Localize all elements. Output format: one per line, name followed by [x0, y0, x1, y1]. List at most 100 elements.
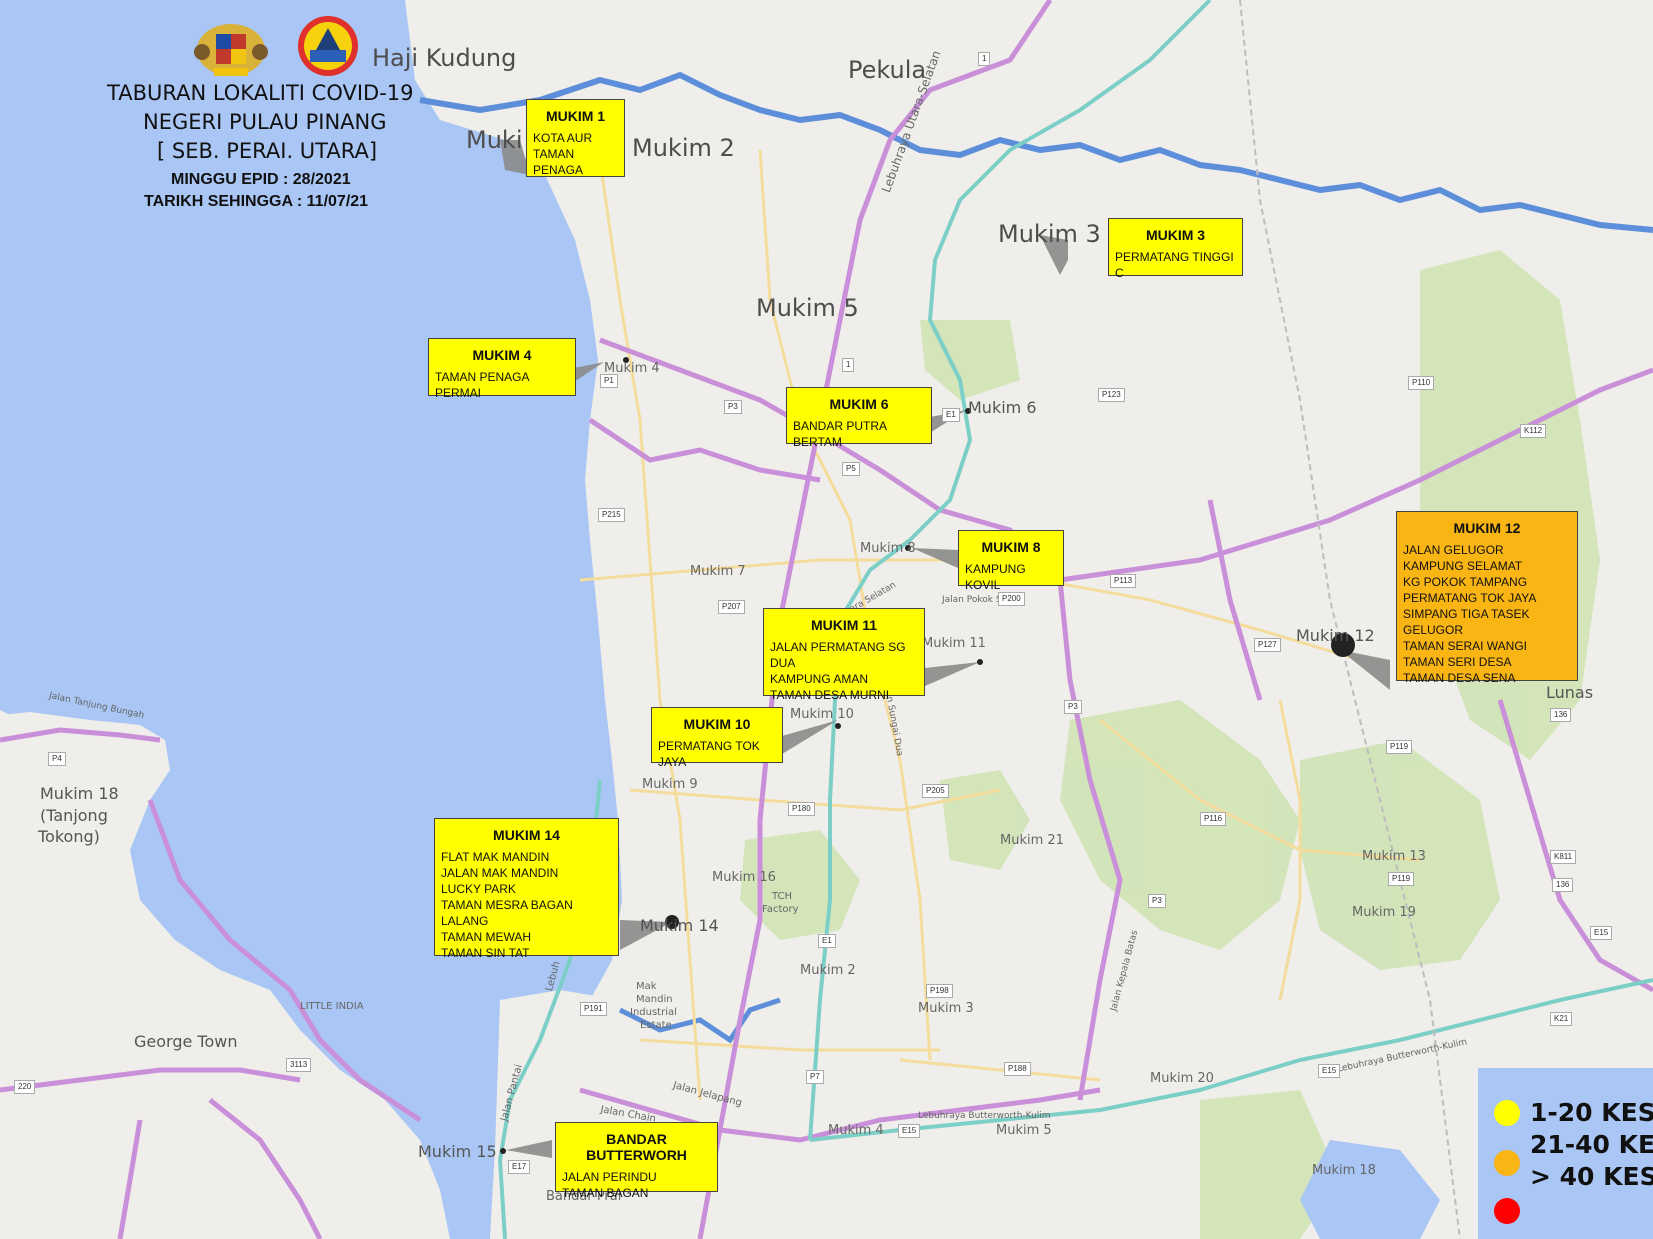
road-butterworth-kulim-west: Lebuhraya Butterworth-Kulim — [918, 1111, 1051, 1121]
road-shield: E15 — [898, 1124, 921, 1138]
place-mukim-18-l3: Tokong) — [38, 827, 100, 846]
callout-items: KAMPUNG KOVIL — [959, 555, 1063, 597]
legend-label-over-40: > 40 KES — [1530, 1162, 1653, 1191]
road-shield: P198 — [926, 984, 953, 998]
legend: 1-20 KES 21-40 KES > 40 KES — [1478, 1068, 1653, 1239]
place-mukim-20: Mukim 20 — [1150, 1071, 1214, 1086]
title-line-4: MINGGU EPID : 28/2021 — [171, 171, 351, 188]
callout-items: KOTA AUR TAMAN PENAGA — [527, 124, 624, 182]
place-mukim-3: Mukim 3 — [998, 220, 1101, 248]
callout-title: MUKIM 3 — [1145, 227, 1206, 243]
callout-title: BANDAR BUTTERWORH — [586, 1131, 687, 1163]
place-haji-kudung: Haji Kudung — [372, 44, 517, 72]
callout-mukim-12: MUKIM 12 JALAN GELUGOR KAMPUNG SELAMAT KG P… — [1396, 511, 1578, 685]
callout-item: TAMAN DESA SENA — [1403, 671, 1516, 685]
place-mukim-18-south: Mukim 18 — [1312, 1163, 1376, 1178]
callout-bandar-butterworth: BANDAR BUTTERWORH JALAN PERINDU TAMAN BAGA… — [555, 1122, 718, 1200]
callout-items: JALAN GELUGOR KAMPUNG SELAMAT KG POKOK TAM… — [1397, 536, 1577, 690]
place-pekula: Pekula — [848, 56, 927, 84]
road-shield: P110 — [1408, 376, 1435, 390]
place-mukim-2-south: Mukim 2 — [800, 963, 856, 978]
road-shield: 3113 — [286, 1058, 312, 1072]
callout-item: LUCKY PARK — [441, 882, 516, 896]
road-shield: P188 — [1004, 1062, 1031, 1076]
callout-mukim-3: MUKIM 3 PERMATANG TINGGI C — [1108, 218, 1243, 280]
place-mak-1: Mak — [636, 981, 657, 992]
road-shield: P123 — [1098, 388, 1125, 402]
place-mukim-15: Mukim 15 — [418, 1142, 497, 1161]
road-shield: P215 — [598, 508, 625, 522]
place-mukim-5-north: Mukim 5 — [756, 294, 859, 322]
place-mukim-10: Mukim 10 — [790, 707, 854, 722]
place-tch-2: Factory — [762, 904, 799, 915]
legend-label-1-20: 1-20 KES — [1530, 1098, 1653, 1127]
legend-label-21-40: 21-40 KES — [1530, 1130, 1653, 1159]
callout-item: JALAN MAK MANDIN — [441, 866, 559, 880]
road-shield: 136 — [1550, 708, 1572, 722]
callout-items: JALAN PERINDU TAMAN BAGAN — [556, 1163, 717, 1205]
road-shield: K112 — [1520, 424, 1547, 438]
callout-item: TAMAN SIN TAT — [441, 946, 530, 960]
road-shield: P3 — [724, 400, 742, 414]
place-mukim-8: Mukim 8 — [860, 541, 916, 556]
place-mukim-3-south: Mukim 3 — [918, 1001, 974, 1016]
place-mukim-13: Mukim 13 — [1362, 849, 1426, 864]
place-mukim-19: Mukim 19 — [1352, 905, 1416, 920]
callout-item: TAMAN MEWAH — [441, 930, 531, 944]
road-shield: E15 — [1590, 926, 1613, 940]
road-shield: P191 — [580, 1002, 607, 1016]
callout-item: PERMATANG TINGGI C — [1115, 250, 1234, 280]
callout-title: MUKIM 4 — [472, 347, 532, 363]
road-shield: P5 — [842, 462, 860, 476]
road-shield: P4 — [48, 752, 66, 766]
place-mukim-11: Mukim 11 — [922, 636, 986, 651]
callout-item: TAMAN SERI DESA — [1403, 655, 1512, 669]
road-shield: E1 — [942, 408, 960, 422]
callout-items: FLAT MAK MANDIN JALAN MAK MANDIN LUCKY PAR… — [435, 843, 618, 965]
place-mak-3: Industrial — [630, 1007, 677, 1018]
callout-item: JALAN PERMATANG SG DUA — [770, 640, 906, 670]
place-mukim-7: Mukim 7 — [690, 564, 746, 579]
callout-title: MUKIM 8 — [981, 539, 1041, 555]
road-shield: P127 — [1254, 638, 1281, 652]
callout-item: FLAT MAK MANDIN — [441, 850, 550, 864]
road-shield: 1 — [842, 358, 855, 372]
road-shield: P116 — [1200, 812, 1227, 826]
callout-mukim-8: MUKIM 8 KAMPUNG KOVIL — [958, 530, 1064, 592]
callout-item: JALAN GELUGOR — [1403, 543, 1504, 557]
place-mukim-21: Mukim 21 — [1000, 833, 1064, 848]
place-mukim-4-south: Mukim 4 — [828, 1123, 884, 1138]
place-mukim-18-l2: (Tanjong — [40, 806, 108, 825]
road-shield: 1 — [978, 52, 991, 66]
road-shield: K21 — [1550, 1012, 1573, 1026]
place-mak-4: Estate — [640, 1020, 672, 1031]
road-shield: E17 — [508, 1160, 531, 1174]
road-shield: P113 — [1110, 574, 1137, 588]
callout-item: TAMAN SERAI WANGI — [1403, 639, 1528, 653]
callout-item: PERMATANG TOK JAYA — [1403, 591, 1537, 605]
callout-item: TAMAN PENAGA PERMAI — [435, 370, 529, 400]
road-shield: P1 — [600, 374, 618, 388]
road-shield: P180 — [788, 802, 815, 816]
council-logo-icon — [296, 14, 360, 78]
callout-title: MUKIM 12 — [1453, 520, 1521, 536]
road-shield: 220 — [14, 1080, 36, 1094]
road-shield: K811 — [1550, 850, 1577, 864]
callout-mukim-11: MUKIM 11 JALAN PERMATANG SG DUA KAMPUNG AM… — [763, 608, 925, 702]
road-shield: P3 — [1148, 894, 1166, 908]
place-mukim-12: Mukim 12 — [1296, 626, 1375, 645]
callout-item: KAMPUNG KOVIL — [965, 562, 1026, 592]
callout-item: TAMAN MESRA BAGAN LALANG — [441, 898, 573, 928]
place-mukim-18-l1: Mukim 18 — [40, 784, 119, 803]
callout-item: TAMAN PENAGA — [533, 147, 584, 177]
road-shield: P205 — [922, 784, 949, 798]
callout-items: PERMATANG TINGGI C — [1109, 243, 1242, 285]
road-shield: P119 — [1386, 740, 1413, 754]
callout-items: BANDAR PUTRA BERTAM — [787, 412, 931, 454]
place-mukim-1: Muki — [466, 126, 523, 154]
callout-mukim-14: MUKIM 14 FLAT MAK MANDIN JALAN MAK MANDIN L… — [434, 818, 619, 960]
legend-dot-1-20 — [1494, 1100, 1520, 1126]
legend-dot-21-40 — [1494, 1150, 1520, 1176]
road-shield: P3 — [1064, 700, 1082, 714]
callout-title: MUKIM 14 — [493, 827, 560, 843]
